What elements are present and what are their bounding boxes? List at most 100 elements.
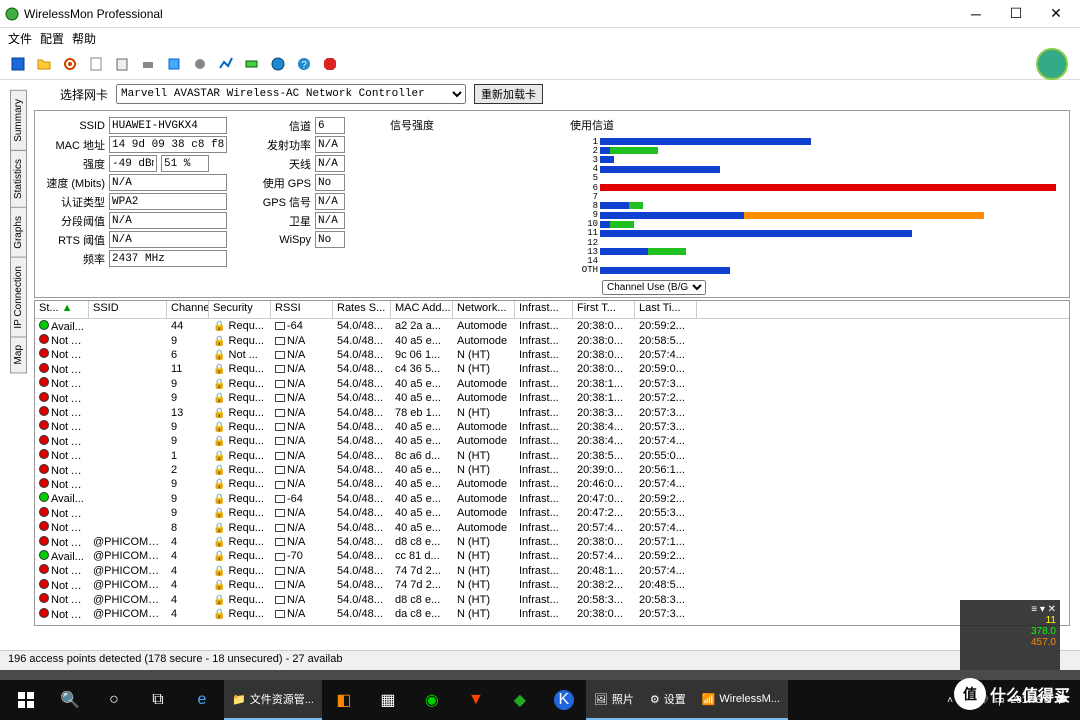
- table-row[interactable]: Not A...9🔒 Requ...N/A54.0/48...40 a5 e..…: [35, 477, 1069, 491]
- strength-label: 强度: [41, 156, 105, 172]
- rssi-icon: [275, 452, 285, 460]
- menu-config[interactable]: 配置: [40, 30, 64, 47]
- clipboard-icon[interactable]: [112, 54, 132, 74]
- taskview-icon[interactable]: ⧉: [136, 680, 180, 720]
- save-icon[interactable]: [8, 54, 28, 74]
- maximize-button[interactable]: ☐: [996, 0, 1036, 28]
- close-button[interactable]: ✕: [1036, 0, 1076, 28]
- ant-field[interactable]: [315, 155, 345, 172]
- table-row[interactable]: Avail...44🔒 Requ...-6454.0/48...a2 2a a.…: [35, 319, 1069, 333]
- target-icon[interactable]: [60, 54, 80, 74]
- table-row[interactable]: Not A...@PHICOMM_G...4🔒 Requ...N/A54.0/4…: [35, 607, 1069, 621]
- task-wirelessmon[interactable]: 📶WirelessM...: [694, 680, 788, 720]
- tab-map[interactable]: Map: [10, 336, 27, 373]
- table-body[interactable]: Avail...44🔒 Requ...-6454.0/48...a2 2a a.…: [35, 319, 1069, 626]
- help-icon[interactable]: ?: [294, 54, 314, 74]
- table-row[interactable]: Not A...8🔒 Requ...N/A54.0/48...40 a5 e..…: [35, 520, 1069, 534]
- rssi-icon: [275, 365, 285, 373]
- tab-ip-connection[interactable]: IP Connection: [10, 257, 27, 338]
- column-header[interactable]: St... ▲: [35, 301, 89, 318]
- channel-field[interactable]: [315, 117, 345, 134]
- print-icon[interactable]: [138, 54, 158, 74]
- minimize-button[interactable]: ─: [956, 0, 996, 28]
- table-row[interactable]: Not A...9🔒 Requ...N/A54.0/48...40 a5 e..…: [35, 391, 1069, 405]
- signal-icon[interactable]: [216, 54, 236, 74]
- cortana-icon[interactable]: ○: [92, 680, 136, 720]
- table-row[interactable]: Not A...6🔒 Not ...N/A54.0/48...9c 06 1..…: [35, 348, 1069, 362]
- table-row[interactable]: Not A...9🔒 Requ...N/A54.0/48...40 a5 e..…: [35, 333, 1069, 347]
- app-icon-1[interactable]: ◧: [322, 680, 366, 720]
- titlebar[interactable]: WirelessMon Professional ─ ☐ ✕: [0, 0, 1080, 28]
- table-row[interactable]: Avail...@PHICOMM_384🔒 Requ...-7054.0/48.…: [35, 549, 1069, 563]
- column-header[interactable]: RSSI: [271, 301, 333, 318]
- column-header[interactable]: Infrast...: [515, 301, 573, 318]
- status-dot-icon: [39, 507, 49, 517]
- txpow-field[interactable]: [315, 136, 345, 153]
- gps-use-field[interactable]: [315, 174, 345, 191]
- tab-statistics[interactable]: Statistics: [10, 150, 27, 208]
- search-icon[interactable]: 🔍: [48, 680, 92, 720]
- tab-graphs[interactable]: Graphs: [10, 207, 27, 258]
- table-row[interactable]: Not A...2🔒 Requ...N/A54.0/48...40 a5 e..…: [35, 463, 1069, 477]
- edge-icon[interactable]: e: [180, 680, 224, 720]
- table-row[interactable]: Not A...9🔒 Requ...N/A54.0/48...40 a5 e..…: [35, 506, 1069, 520]
- table-row[interactable]: Not A...@PHICOMM_604🔒 Requ...N/A54.0/48.…: [35, 564, 1069, 578]
- status-dot-icon: [39, 363, 49, 373]
- channel-type-select[interactable]: Channel Use (B/G: [602, 280, 706, 295]
- column-header[interactable]: Last Ti...: [635, 301, 697, 318]
- app-icon-4[interactable]: ▼: [454, 680, 498, 720]
- table-row[interactable]: Not A...11🔒 Requ...N/A54.0/48...c4 36 5.…: [35, 362, 1069, 376]
- gear-icon[interactable]: [190, 54, 210, 74]
- battery-icon[interactable]: [242, 54, 262, 74]
- freq-field[interactable]: [109, 250, 227, 267]
- column-header[interactable]: Network...: [453, 301, 515, 318]
- task-settings[interactable]: ⚙设置: [642, 680, 694, 720]
- table-row[interactable]: Not A...9🔒 Requ...N/A54.0/48...40 a5 e..…: [35, 420, 1069, 434]
- rts-field[interactable]: [109, 231, 227, 248]
- strength-pct-field[interactable]: [161, 155, 209, 172]
- task-photos[interactable]: 🖼照片: [586, 680, 642, 720]
- reload-button[interactable]: 重新加载卡: [474, 84, 543, 104]
- app-icon-2[interactable]: ▦: [366, 680, 410, 720]
- bar: [600, 147, 610, 154]
- globe-icon[interactable]: [268, 54, 288, 74]
- gps-sig-field[interactable]: [315, 193, 345, 210]
- task-explorer[interactable]: 📁文件资源管...: [224, 680, 322, 720]
- column-header[interactable]: SSID: [89, 301, 167, 318]
- bar: [744, 212, 984, 219]
- ssid-field[interactable]: [109, 117, 227, 134]
- frag-field[interactable]: [109, 212, 227, 229]
- stop-icon[interactable]: [320, 54, 340, 74]
- mac-field[interactable]: [109, 136, 227, 153]
- table-row[interactable]: Not A...@PHICOMM_204🔒 Requ...N/A54.0/48.…: [35, 535, 1069, 549]
- folder-icon[interactable]: [34, 54, 54, 74]
- table-row[interactable]: Not A...13🔒 Requ...N/A54.0/48...78 eb 1.…: [35, 405, 1069, 419]
- table-row[interactable]: Not A...9🔒 Requ...N/A54.0/48...40 a5 e..…: [35, 434, 1069, 448]
- table-row[interactable]: Not A...@PHICOMM_714🔒 Requ...N/A54.0/48.…: [35, 578, 1069, 592]
- table-row[interactable]: Not A...1🔒 Requ...N/A54.0/48...8c a6 d..…: [35, 449, 1069, 463]
- wispy-field[interactable]: [315, 231, 345, 248]
- column-header[interactable]: Rates S...: [333, 301, 391, 318]
- adapter-select[interactable]: Marvell AVASTAR Wireless-AC Network Cont…: [116, 84, 466, 104]
- auth-field[interactable]: [109, 193, 227, 210]
- notes-icon[interactable]: [86, 54, 106, 74]
- column-header[interactable]: Channel: [167, 301, 209, 318]
- start-button[interactable]: [4, 680, 48, 720]
- column-header[interactable]: MAC Add...: [391, 301, 453, 318]
- strength-dbm-field[interactable]: [109, 155, 157, 172]
- app-icon-3[interactable]: ◉: [410, 680, 454, 720]
- table-row[interactable]: Avail...9🔒 Requ...-6454.0/48...40 a5 e..…: [35, 492, 1069, 506]
- menu-help[interactable]: 帮助: [72, 30, 96, 47]
- speed-field[interactable]: [109, 174, 227, 191]
- app-icon-5[interactable]: ◆: [498, 680, 542, 720]
- sat-field[interactable]: [315, 212, 345, 229]
- export-icon[interactable]: [164, 54, 184, 74]
- menu-file[interactable]: 文件: [8, 30, 32, 47]
- table-row[interactable]: Not A...9🔒 Requ...N/A54.0/48...40 a5 e..…: [35, 377, 1069, 391]
- column-header[interactable]: First T...: [573, 301, 635, 318]
- table-row[interactable]: Not A...@PHICOMM_C04🔒 Requ...N/A54.0/48.…: [35, 592, 1069, 606]
- column-header[interactable]: Security: [209, 301, 271, 318]
- tray-chevron-icon[interactable]: ˄: [947, 695, 953, 706]
- app-icon-6[interactable]: K: [554, 690, 574, 710]
- tab-summary[interactable]: Summary: [10, 90, 27, 151]
